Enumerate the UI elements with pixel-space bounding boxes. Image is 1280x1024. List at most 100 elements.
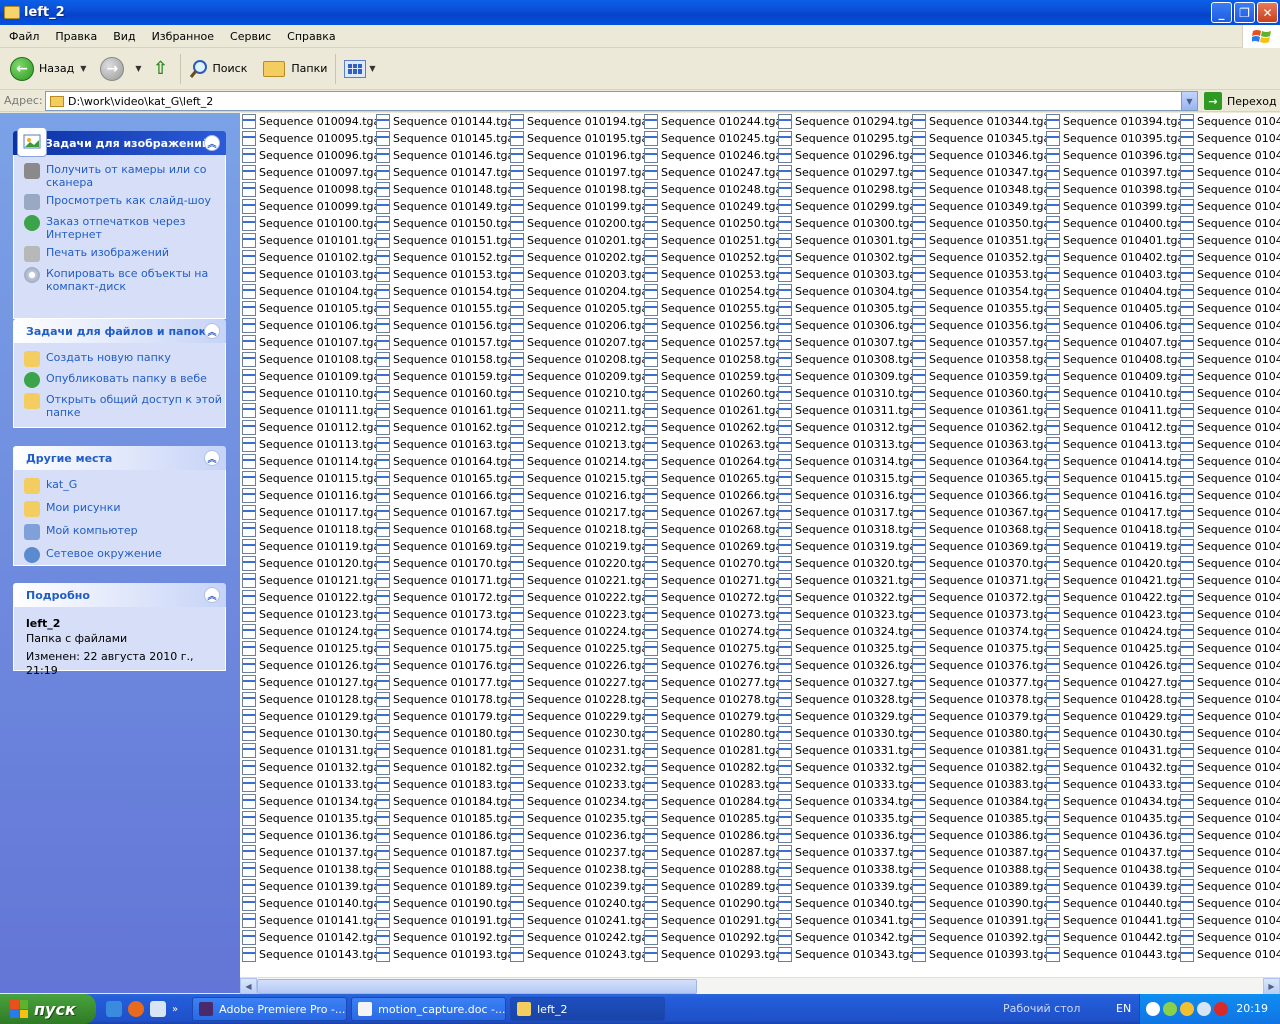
file-item[interactable]: Sequence 010409.tga — [1046, 368, 1184, 385]
file-item[interactable]: Sequence 010325.tga — [778, 640, 916, 657]
file-item[interactable]: Sequence 010145.tga — [376, 130, 514, 147]
task-slideshow[interactable]: Просмотреть как слайд-шоу — [24, 194, 225, 210]
file-item[interactable]: Sequence 010376.tga — [912, 657, 1050, 674]
file-item[interactable]: Sequence 010493.tga — [1180, 946, 1280, 963]
file-item[interactable]: Sequence 010140.tga — [242, 895, 380, 912]
file-item[interactable]: Sequence 010468.tga — [1180, 521, 1280, 538]
file-item[interactable]: Sequence 010254.tga — [644, 283, 782, 300]
menu-edit[interactable]: Правка — [46, 30, 104, 43]
file-item[interactable]: Sequence 010271.tga — [644, 572, 782, 589]
file-item[interactable]: Sequence 010193.tga — [376, 946, 514, 963]
file-item[interactable]: Sequence 010440.tga — [1046, 895, 1184, 912]
file-item[interactable]: Sequence 010470.tga — [1180, 555, 1280, 572]
file-item[interactable]: Sequence 010274.tga — [644, 623, 782, 640]
file-item[interactable]: Sequence 010313.tga — [778, 436, 916, 453]
file-item[interactable]: Sequence 010338.tga — [778, 861, 916, 878]
file-item[interactable]: Sequence 010445.tga — [1180, 130, 1280, 147]
file-item[interactable]: Sequence 010155.tga — [376, 300, 514, 317]
file-item[interactable]: Sequence 010265.tga — [644, 470, 782, 487]
file-item[interactable]: Sequence 010189.tga — [376, 878, 514, 895]
file-item[interactable]: Sequence 010449.tga — [1180, 198, 1280, 215]
file-item[interactable]: Sequence 010174.tga — [376, 623, 514, 640]
file-item[interactable]: Sequence 010401.tga — [1046, 232, 1184, 249]
file-item[interactable]: Sequence 010466.tga — [1180, 487, 1280, 504]
file-item[interactable]: Sequence 010256.tga — [644, 317, 782, 334]
file-item[interactable]: Sequence 010318.tga — [778, 521, 916, 538]
file-item[interactable]: Sequence 010384.tga — [912, 793, 1050, 810]
file-item[interactable]: Sequence 010329.tga — [778, 708, 916, 725]
file-item[interactable]: Sequence 010277.tga — [644, 674, 782, 691]
file-item[interactable]: Sequence 010317.tga — [778, 504, 916, 521]
file-item[interactable]: Sequence 010227.tga — [510, 674, 648, 691]
views-button[interactable]: ▼ — [340, 52, 379, 86]
file-item[interactable]: Sequence 010230.tga — [510, 725, 648, 742]
file-item[interactable]: Sequence 010477.tga — [1180, 674, 1280, 691]
file-item[interactable]: Sequence 010491.tga — [1180, 912, 1280, 929]
file-item[interactable]: Sequence 010456.tga — [1180, 317, 1280, 334]
file-item[interactable]: Sequence 010228.tga — [510, 691, 648, 708]
file-item[interactable]: Sequence 010270.tga — [644, 555, 782, 572]
file-item[interactable]: Sequence 010231.tga — [510, 742, 648, 759]
file-item[interactable]: Sequence 010143.tga — [242, 946, 380, 963]
file-item[interactable]: Sequence 010480.tga — [1180, 725, 1280, 742]
file-item[interactable]: Sequence 010383.tga — [912, 776, 1050, 793]
file-item[interactable]: Sequence 010199.tga — [510, 198, 648, 215]
file-item[interactable]: Sequence 010215.tga — [510, 470, 648, 487]
file-item[interactable]: Sequence 010233.tga — [510, 776, 648, 793]
file-item[interactable]: Sequence 010328.tga — [778, 691, 916, 708]
file-item[interactable]: Sequence 010204.tga — [510, 283, 648, 300]
file-item[interactable]: Sequence 010288.tga — [644, 861, 782, 878]
file-item[interactable]: Sequence 010125.tga — [242, 640, 380, 657]
file-item[interactable]: Sequence 010326.tga — [778, 657, 916, 674]
file-item[interactable]: Sequence 010418.tga — [1046, 521, 1184, 538]
file-item[interactable]: Sequence 010158.tga — [376, 351, 514, 368]
file-item[interactable]: Sequence 010346.tga — [912, 147, 1050, 164]
file-item[interactable]: Sequence 010431.tga — [1046, 742, 1184, 759]
file-item[interactable]: Sequence 010365.tga — [912, 470, 1050, 487]
file-item[interactable]: Sequence 010138.tga — [242, 861, 380, 878]
file-item[interactable]: Sequence 010392.tga — [912, 929, 1050, 946]
back-button[interactable]: ← Назад ▼ — [6, 52, 90, 86]
file-item[interactable]: Sequence 010455.tga — [1180, 300, 1280, 317]
file-item[interactable]: Sequence 010332.tga — [778, 759, 916, 776]
close-button[interactable]: ✕ — [1257, 2, 1278, 23]
file-item[interactable]: Sequence 010182.tga — [376, 759, 514, 776]
file-item[interactable]: Sequence 010357.tga — [912, 334, 1050, 351]
file-item[interactable]: Sequence 010399.tga — [1046, 198, 1184, 215]
file-item[interactable]: Sequence 010136.tga — [242, 827, 380, 844]
collapse-icon[interactable]: ︽ — [204, 587, 220, 603]
file-item[interactable]: Sequence 010160.tga — [376, 385, 514, 402]
file-item[interactable]: Sequence 010096.tga — [242, 147, 380, 164]
file-item[interactable]: Sequence 010111.tga — [242, 402, 380, 419]
file-item[interactable]: Sequence 010461.tga — [1180, 402, 1280, 419]
file-item[interactable]: Sequence 010110.tga — [242, 385, 380, 402]
file-item[interactable]: Sequence 010161.tga — [376, 402, 514, 419]
file-item[interactable]: Sequence 010156.tga — [376, 317, 514, 334]
desktop-toolbar-label[interactable]: Рабочий стол — [1003, 1002, 1080, 1015]
file-item[interactable]: Sequence 010237.tga — [510, 844, 648, 861]
tray-expand-icon[interactable] — [1146, 1002, 1160, 1016]
file-item[interactable]: Sequence 010146.tga — [376, 147, 514, 164]
file-item[interactable]: Sequence 010290.tga — [644, 895, 782, 912]
forward-dropdown-icon[interactable]: ▼ — [135, 64, 141, 73]
file-item[interactable]: Sequence 010298.tga — [778, 181, 916, 198]
file-item[interactable]: Sequence 010408.tga — [1046, 351, 1184, 368]
file-item[interactable]: Sequence 010257.tga — [644, 334, 782, 351]
file-item[interactable]: Sequence 010433.tga — [1046, 776, 1184, 793]
firefox-icon[interactable] — [128, 1001, 144, 1017]
file-tasks-header[interactable]: Задачи для файлов и папок ︽ — [13, 319, 226, 343]
file-item[interactable]: Sequence 010285.tga — [644, 810, 782, 827]
file-item[interactable]: Sequence 010419.tga — [1046, 538, 1184, 555]
file-item[interactable]: Sequence 010485.tga — [1180, 810, 1280, 827]
file-item[interactable]: Sequence 010481.tga — [1180, 742, 1280, 759]
file-item[interactable]: Sequence 010196.tga — [510, 147, 648, 164]
file-item[interactable]: Sequence 010309.tga — [778, 368, 916, 385]
file-item[interactable]: Sequence 010122.tga — [242, 589, 380, 606]
file-item[interactable]: Sequence 010248.tga — [644, 181, 782, 198]
file-item[interactable]: Sequence 010214.tga — [510, 453, 648, 470]
file-item[interactable]: Sequence 010368.tga — [912, 521, 1050, 538]
file-item[interactable]: Sequence 010336.tga — [778, 827, 916, 844]
file-item[interactable]: Sequence 010135.tga — [242, 810, 380, 827]
file-item[interactable]: Sequence 010465.tga — [1180, 470, 1280, 487]
file-item[interactable]: Sequence 010226.tga — [510, 657, 648, 674]
